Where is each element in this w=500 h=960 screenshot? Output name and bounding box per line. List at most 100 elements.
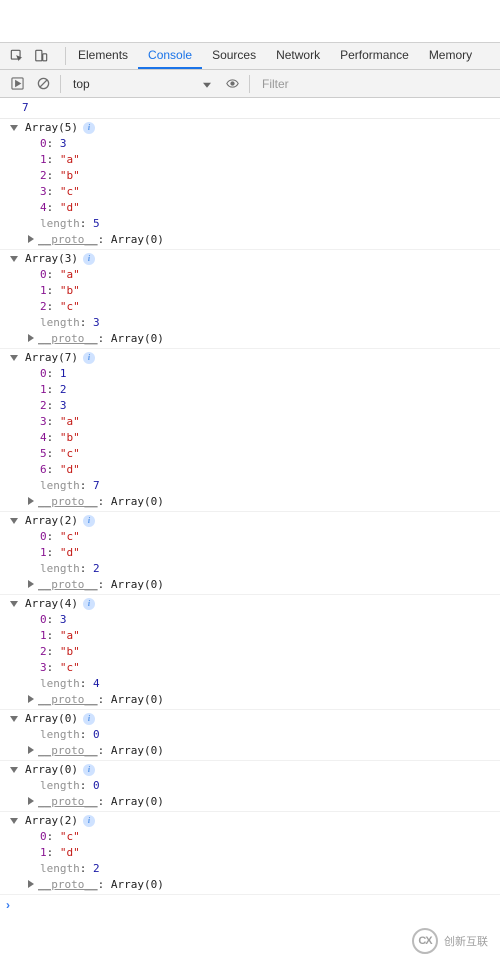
entry-index: 1 bbox=[40, 284, 47, 297]
info-icon[interactable]: i bbox=[83, 352, 95, 364]
entry-value: 3 bbox=[60, 399, 67, 412]
expand-arrow-icon[interactable] bbox=[28, 695, 34, 703]
length-key: length bbox=[40, 562, 80, 575]
expand-arrow-icon[interactable] bbox=[28, 880, 34, 888]
info-icon[interactable]: i bbox=[83, 598, 95, 610]
array-header[interactable]: Array(5) i bbox=[22, 120, 500, 136]
array-entry: 2: "b" bbox=[22, 644, 500, 660]
proto-value: Array(0) bbox=[111, 795, 164, 808]
expand-arrow-icon[interactable] bbox=[10, 355, 18, 361]
info-icon[interactable]: i bbox=[83, 713, 95, 725]
proto-value: Array(0) bbox=[111, 744, 164, 757]
expand-arrow-icon[interactable] bbox=[10, 716, 18, 722]
tab-elements[interactable]: Elements bbox=[68, 43, 138, 69]
array-header[interactable]: Array(0)i bbox=[22, 762, 500, 778]
entry-index: 1 bbox=[40, 153, 47, 166]
expand-arrow-icon[interactable] bbox=[28, 334, 34, 342]
inspect-element-icon[interactable] bbox=[5, 45, 29, 67]
expand-arrow-icon[interactable] bbox=[28, 797, 34, 805]
array-proto[interactable]: __proto__: Array(0) bbox=[22, 877, 500, 893]
tab-console[interactable]: Console bbox=[138, 43, 202, 69]
entry-index: 4 bbox=[40, 201, 47, 214]
entry-value: 2 bbox=[60, 383, 67, 396]
console-array: Array(3)i0: "a"1: "b"2: "c"length: 3__pr… bbox=[0, 250, 500, 349]
array-proto[interactable]: __proto__: Array(0) bbox=[22, 794, 500, 810]
array-entry: 1: "a" bbox=[22, 152, 500, 168]
array-header[interactable]: Array(4)i bbox=[22, 596, 500, 612]
play-icon[interactable] bbox=[6, 73, 28, 95]
array-proto[interactable]: __proto__: Array(0) bbox=[22, 692, 500, 708]
entry-value: "a" bbox=[60, 629, 80, 642]
array-proto[interactable]: __proto__: Array(0) bbox=[22, 494, 500, 510]
array-entry: 4: "b" bbox=[22, 430, 500, 446]
array-proto[interactable]: __proto__: Array(0) bbox=[22, 577, 500, 593]
length-key: length bbox=[40, 677, 80, 690]
proto-key: __proto__ bbox=[38, 495, 98, 508]
array-header[interactable]: Array(3)i bbox=[22, 251, 500, 267]
info-icon[interactable]: i bbox=[83, 764, 95, 776]
array-label: Array(5) bbox=[25, 120, 78, 136]
array-entry: 2: 3 bbox=[22, 398, 500, 414]
entry-value: "c" bbox=[60, 530, 80, 543]
array-entry: 0: "c" bbox=[22, 829, 500, 845]
array-entry: 1: "d" bbox=[22, 845, 500, 861]
expand-arrow-icon[interactable] bbox=[10, 518, 18, 524]
expand-arrow-icon[interactable] bbox=[10, 818, 18, 824]
context-selector[interactable]: top bbox=[67, 75, 217, 93]
array-proto[interactable]: __proto__: Array(0) bbox=[22, 743, 500, 759]
expand-arrow-icon[interactable] bbox=[10, 256, 18, 262]
console-prompt-row[interactable]: › bbox=[0, 895, 500, 915]
array-header[interactable]: Array(7) i bbox=[22, 350, 500, 366]
array-entry: 1: "d" bbox=[22, 545, 500, 561]
array-length: length: 0 bbox=[22, 727, 500, 743]
entry-value: "c" bbox=[60, 185, 80, 198]
info-icon[interactable]: i bbox=[83, 815, 95, 827]
entry-value: "d" bbox=[60, 463, 80, 476]
divider bbox=[65, 47, 66, 65]
array-header[interactable]: Array(0)i bbox=[22, 711, 500, 727]
filter-input[interactable] bbox=[256, 75, 494, 93]
expand-arrow-icon[interactable] bbox=[28, 580, 34, 588]
devtools-tabbar: Elements Console Sources Network Perform… bbox=[0, 43, 500, 70]
clear-console-icon[interactable] bbox=[32, 73, 54, 95]
expand-arrow-icon[interactable] bbox=[28, 497, 34, 505]
expand-arrow-icon[interactable] bbox=[10, 601, 18, 607]
array-entry: 5: "c" bbox=[22, 446, 500, 462]
proto-key: __proto__ bbox=[38, 332, 98, 345]
array-label: Array(7) bbox=[25, 350, 78, 366]
length-value: 4 bbox=[93, 677, 100, 690]
entry-value: "a" bbox=[60, 415, 80, 428]
entry-index: 0 bbox=[40, 367, 47, 380]
array-entry: 0: 3 bbox=[22, 612, 500, 628]
array-header[interactable]: Array(2)i bbox=[22, 513, 500, 529]
proto-key: __proto__ bbox=[38, 878, 98, 891]
entry-index: 2 bbox=[40, 399, 47, 412]
expand-arrow-icon[interactable] bbox=[28, 746, 34, 754]
entry-value: "b" bbox=[60, 169, 80, 182]
array-length: length: 3 bbox=[22, 315, 500, 331]
expand-arrow-icon[interactable] bbox=[28, 235, 34, 243]
tab-sources[interactable]: Sources bbox=[202, 43, 266, 69]
live-expression-icon[interactable] bbox=[221, 73, 243, 95]
entry-value: "c" bbox=[60, 830, 80, 843]
info-icon[interactable]: i bbox=[83, 515, 95, 527]
array-length: length: 2 bbox=[22, 861, 500, 877]
entry-index: 0 bbox=[40, 830, 47, 843]
expand-arrow-icon[interactable] bbox=[10, 125, 18, 131]
array-proto[interactable]: __proto__: Array(0) bbox=[22, 232, 500, 248]
array-header[interactable]: Array(2)i bbox=[22, 813, 500, 829]
tab-network[interactable]: Network bbox=[266, 43, 330, 69]
device-toolbar-icon[interactable] bbox=[29, 45, 53, 67]
length-value: 3 bbox=[93, 316, 100, 329]
array-proto[interactable]: __proto__: Array(0) bbox=[22, 331, 500, 347]
proto-key: __proto__ bbox=[38, 744, 98, 757]
info-icon[interactable]: i bbox=[83, 253, 95, 265]
info-icon[interactable]: i bbox=[83, 122, 95, 134]
entry-value: 3 bbox=[60, 613, 67, 626]
tab-memory[interactable]: Memory bbox=[419, 43, 482, 69]
tab-performance[interactable]: Performance bbox=[330, 43, 419, 69]
entry-value: "a" bbox=[60, 268, 80, 281]
chevron-right-icon: › bbox=[6, 898, 10, 912]
expand-arrow-icon[interactable] bbox=[10, 767, 18, 773]
proto-key: __proto__ bbox=[38, 693, 98, 706]
